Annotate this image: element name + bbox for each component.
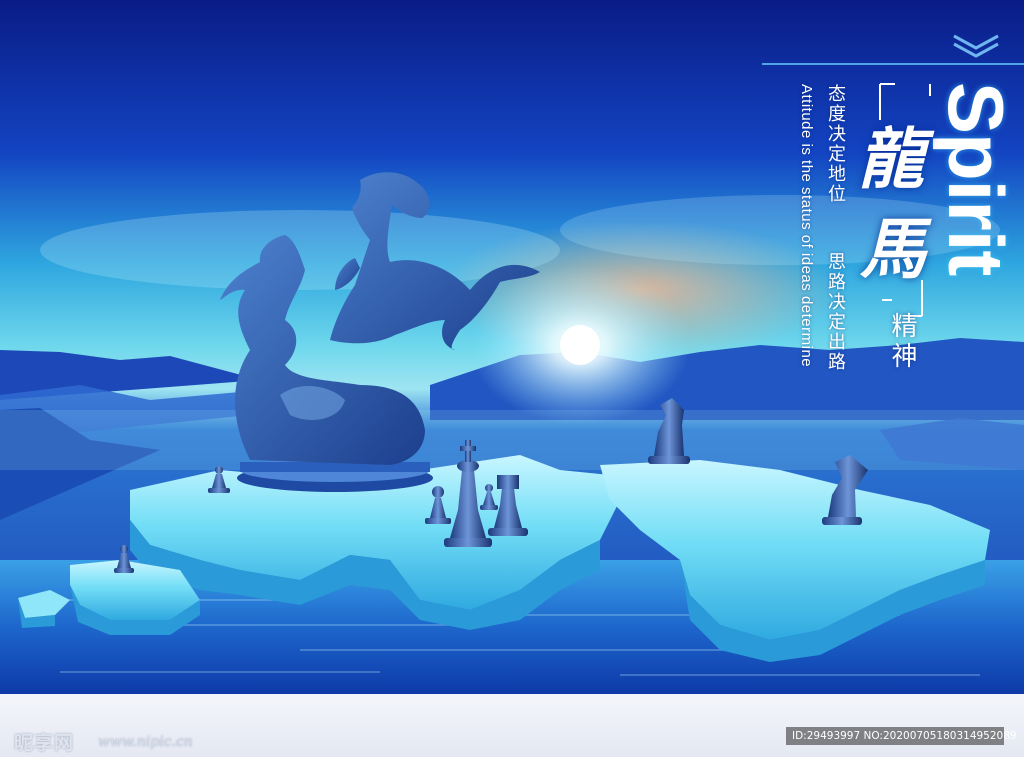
watermark-site-url: www.nipic.cn xyxy=(98,734,193,750)
title-cn: 精神 xyxy=(887,312,917,372)
calligraphy-char-horse: 馬 xyxy=(860,210,926,288)
slogan-en: Attitude is the status of ideas determin… xyxy=(798,84,815,368)
watermark-id: ID:29493997 NO:20200705180314952089 xyxy=(786,727,1017,745)
calligraphy-char-dragon: 龍 xyxy=(858,120,924,198)
slogan-cn-line1: 态度决定地位 xyxy=(825,84,846,204)
title-en-spirit: Spirit xyxy=(932,82,1020,276)
poster-artwork xyxy=(0,0,1024,694)
slogan-cn-line2: 思路决定出路 xyxy=(825,252,846,372)
watermark-site-cn: 昵享网 xyxy=(14,732,75,754)
